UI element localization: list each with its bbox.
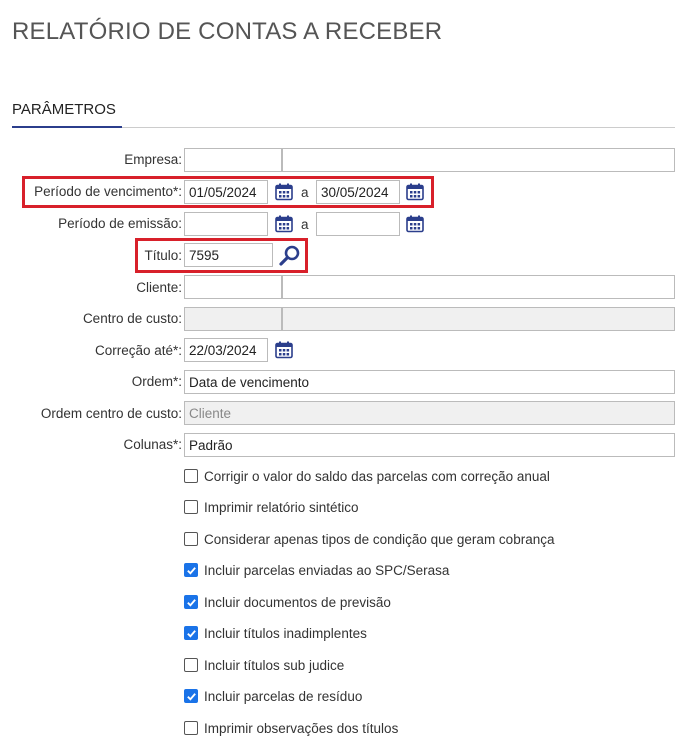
checkbox-row[interactable]: Incluir títulos inadimplentes bbox=[184, 623, 367, 643]
checkbox-row[interactable]: Imprimir relatório sintético bbox=[184, 497, 359, 517]
empresa-label: Empresa: bbox=[124, 152, 182, 167]
checkbox[interactable] bbox=[184, 595, 198, 609]
checkbox-label: Corrigir o valor do saldo das parcelas c… bbox=[204, 468, 550, 484]
checkbox-row[interactable]: Incluir documentos de previsão bbox=[184, 592, 391, 612]
checkbox[interactable] bbox=[184, 469, 198, 483]
empresa-code-input[interactable] bbox=[184, 148, 282, 172]
calendar-icon[interactable] bbox=[406, 183, 424, 201]
centro-custo-name-input bbox=[282, 307, 675, 331]
colunas-select[interactable] bbox=[184, 433, 675, 457]
calendar-icon[interactable] bbox=[275, 341, 293, 359]
checkbox[interactable] bbox=[184, 500, 198, 514]
checkbox-row[interactable]: Corrigir o valor do saldo das parcelas c… bbox=[184, 466, 550, 486]
checkbox-label: Incluir títulos sub judice bbox=[204, 657, 345, 673]
checkbox-label: Incluir parcelas enviadas ao SPC/Serasa bbox=[204, 562, 450, 578]
checkbox-label: Imprimir relatório sintético bbox=[204, 499, 359, 515]
checkbox-label: Imprimir observações dos títulos bbox=[204, 720, 399, 736]
checkbox-label: Incluir parcelas de resíduo bbox=[204, 688, 363, 704]
checkbox-row[interactable]: Incluir parcelas de resíduo bbox=[184, 686, 362, 706]
centro-custo-label: Centro de custo: bbox=[82, 311, 182, 326]
periodo-vencimento-label: Período de vencimento*: bbox=[34, 184, 182, 199]
calendar-icon[interactable] bbox=[275, 215, 293, 233]
checkbox[interactable] bbox=[184, 563, 198, 577]
empresa-name-input[interactable] bbox=[282, 148, 675, 172]
checkbox-row[interactable]: Imprimir observações dos títulos bbox=[184, 718, 398, 738]
calendar-icon[interactable] bbox=[275, 183, 293, 201]
checkbox[interactable] bbox=[184, 532, 198, 546]
checkbox-row[interactable]: Considerar apenas tipos de condição que … bbox=[184, 529, 554, 549]
emissao-separator: a bbox=[301, 217, 309, 232]
centro-custo-code-input bbox=[184, 307, 282, 331]
correcao-ate-label: Correção até*: bbox=[94, 343, 182, 358]
section-divider bbox=[122, 127, 675, 128]
vencimento-to-input[interactable] bbox=[316, 180, 400, 204]
checkbox-label: Incluir documentos de previsão bbox=[204, 594, 391, 610]
ordem-select[interactable] bbox=[184, 370, 675, 394]
checkbox[interactable] bbox=[184, 658, 198, 672]
vencimento-from-input[interactable] bbox=[184, 180, 268, 204]
page-title: RELATÓRIO DE CONTAS A RECEBER bbox=[12, 18, 443, 45]
emissao-to-input[interactable] bbox=[316, 212, 400, 236]
checkbox[interactable] bbox=[184, 689, 198, 703]
titulo-input[interactable] bbox=[184, 243, 273, 267]
ordem-centro-custo-label: Ordem centro de custo: bbox=[40, 406, 182, 421]
correcao-ate-input[interactable] bbox=[184, 338, 268, 362]
checkbox[interactable] bbox=[184, 721, 198, 735]
cliente-name-input[interactable] bbox=[282, 275, 675, 299]
search-icon[interactable] bbox=[277, 243, 303, 269]
ordem-centro-custo-select bbox=[184, 401, 675, 425]
emissao-from-input[interactable] bbox=[184, 212, 268, 236]
periodo-emissao-label: Período de emissão: bbox=[58, 216, 182, 231]
cliente-label: Cliente: bbox=[136, 280, 182, 295]
ordem-label: Ordem*: bbox=[131, 374, 182, 389]
checkbox-row[interactable]: Incluir títulos sub judice bbox=[184, 655, 344, 675]
section-underline bbox=[12, 126, 122, 128]
section-title: PARÂMETROS bbox=[12, 101, 116, 118]
checkbox[interactable] bbox=[184, 626, 198, 640]
colunas-label: Colunas*: bbox=[123, 437, 182, 452]
checkbox-label: Incluir títulos inadimplentes bbox=[204, 625, 367, 641]
calendar-icon[interactable] bbox=[406, 215, 424, 233]
checkbox-row[interactable]: Incluir parcelas enviadas ao SPC/Serasa bbox=[184, 560, 449, 580]
checkbox-label: Considerar apenas tipos de condição que … bbox=[204, 531, 555, 547]
cliente-code-input[interactable] bbox=[184, 275, 282, 299]
vencimento-separator: a bbox=[301, 185, 309, 200]
titulo-label: Título: bbox=[144, 248, 182, 263]
